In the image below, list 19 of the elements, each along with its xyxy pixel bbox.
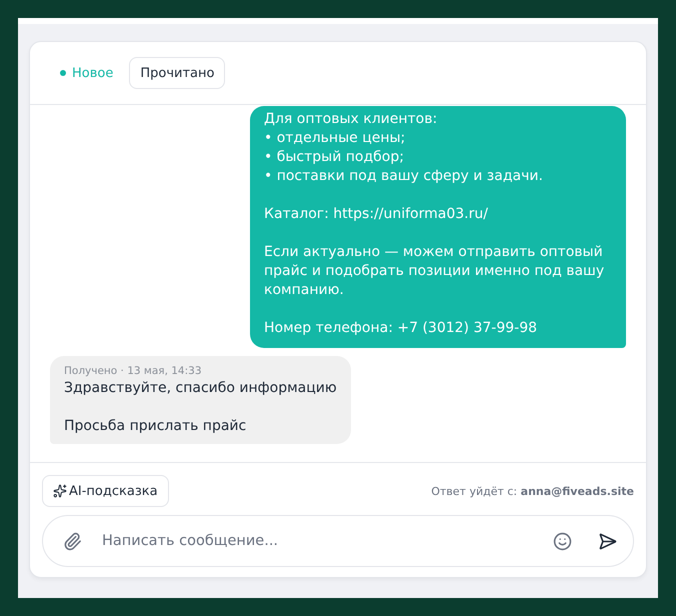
- reply-from-text: Ответ уйдёт с: anna@fiveads.site: [431, 484, 634, 498]
- send-icon: [598, 532, 617, 550]
- ai-hint-button[interactable]: AI-подсказка: [42, 475, 169, 507]
- message-text: Здравствуйте, спасибо информацию: [64, 379, 337, 398]
- sparkles-icon: [53, 484, 67, 498]
- emoji-button[interactable]: [553, 532, 572, 550]
- smiley-icon: [553, 532, 572, 550]
- mark-read-button[interactable]: Прочитано: [129, 57, 226, 89]
- attach-button[interactable]: [63, 532, 82, 550]
- message-text: Просьба прислать прайс: [64, 417, 248, 436]
- message-text: Для оптовых клиентов: • отдельные цены; • быстрый подбор; • поставки под вашу сферу и задачи.: [264, 110, 544, 186]
- message-meta: Получено · 13 мая, 14:33: [64, 364, 203, 378]
- message-text: Каталог: https://uniforma03.ru/: [264, 205, 489, 224]
- paperclip-icon: [63, 532, 82, 550]
- message-text: Номер телефона: +7 (3012) 37-99-98: [264, 319, 538, 338]
- send-button[interactable]: [598, 532, 617, 550]
- message-composer[interactable]: Написать сообщение...: [42, 515, 634, 567]
- status-label: Новое: [60, 66, 114, 80]
- message-text: Если актуально — можем отправить оптовый прайс и подобрать позиции именно под вашу компанию.: [264, 243, 606, 300]
